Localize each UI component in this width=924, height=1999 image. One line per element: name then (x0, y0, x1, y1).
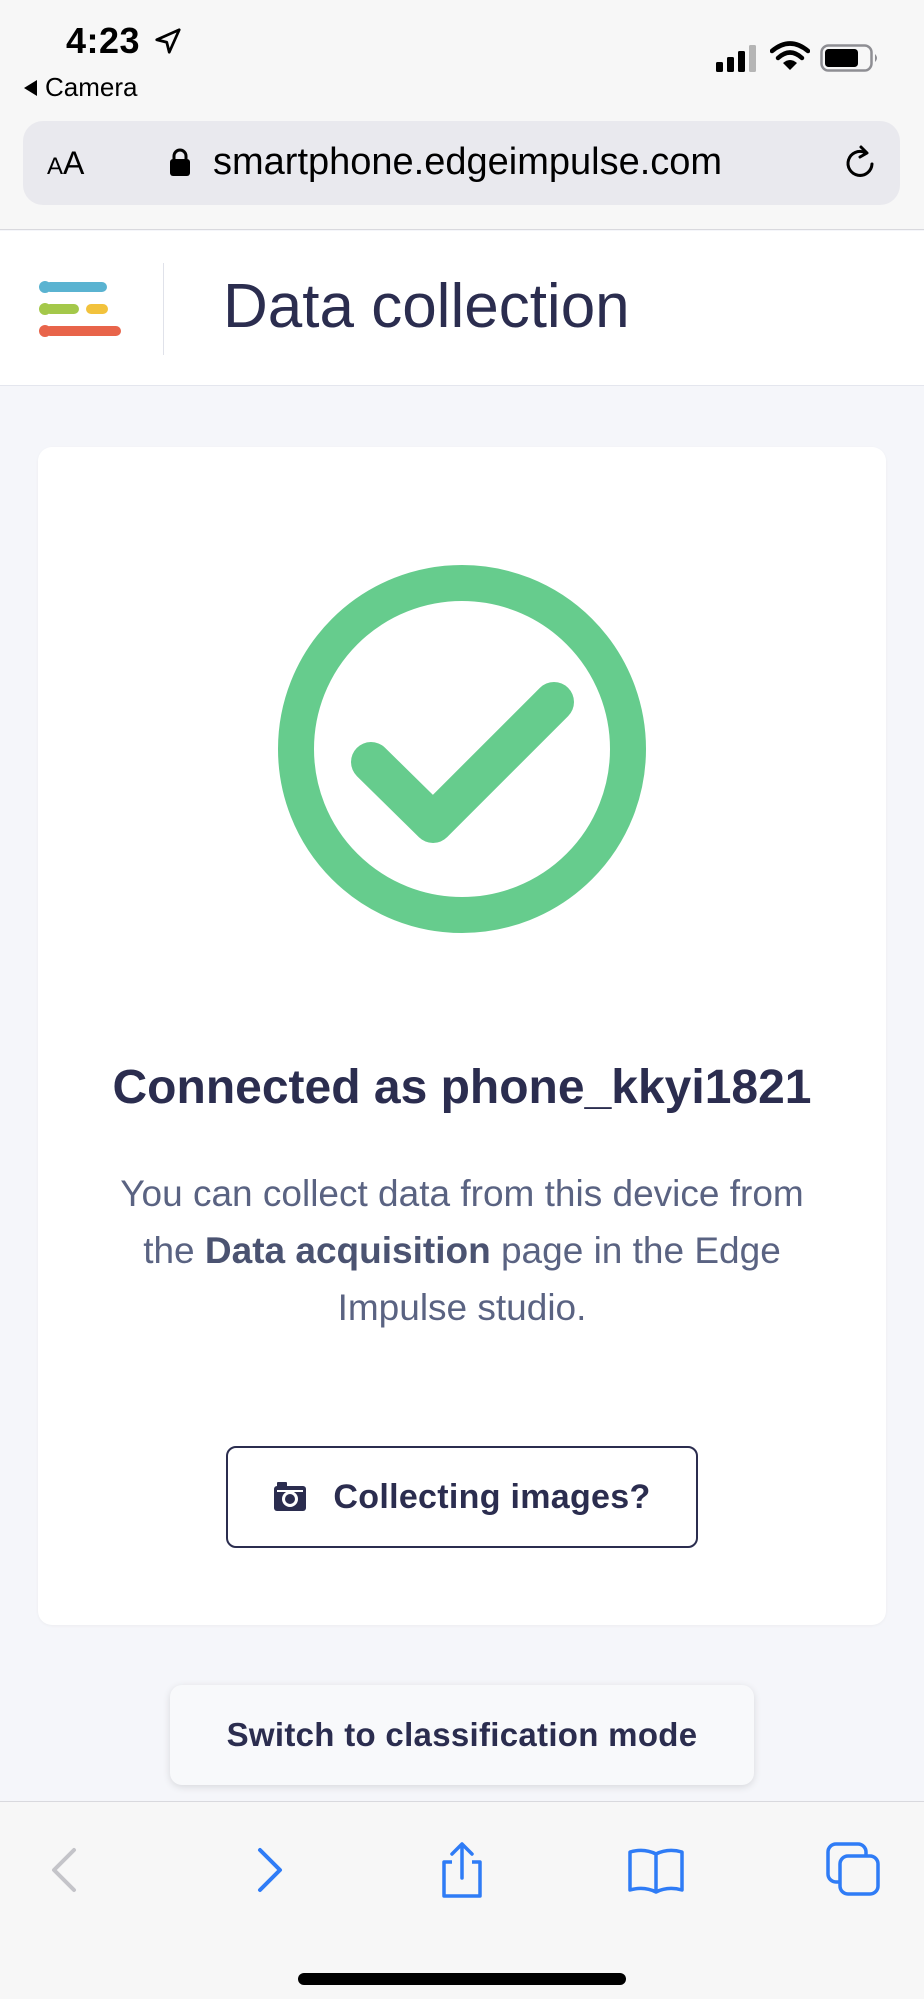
bookmarks-icon[interactable] (626, 1840, 686, 1900)
camera-icon (274, 1482, 307, 1511)
back-triangle-icon (24, 79, 37, 96)
location-arrow-icon (155, 28, 181, 54)
forward-icon[interactable] (238, 1840, 298, 1900)
cellular-signal-icon (716, 45, 756, 72)
back-to-app-link[interactable]: Camera (24, 72, 137, 103)
url-text: smartphone.edgeimpulse.com (213, 141, 723, 183)
success-check-icon (278, 565, 646, 933)
home-indicator[interactable] (298, 1973, 626, 1985)
connection-description: You can collect data from this device fr… (120, 1173, 804, 1328)
page: 4:23 Camera AA smartphone.edgeimpulse.co… (0, 0, 924, 1999)
collecting-images-button[interactable]: Collecting images? (226, 1446, 698, 1548)
browser-toolbar (0, 1801, 924, 1999)
address-bar[interactable]: AA smartphone.edgeimpulse.com (23, 121, 900, 205)
app-header: Data collection (0, 231, 924, 386)
connected-title: Connected as phone_kkyi1821 (112, 1061, 812, 1114)
back-icon[interactable] (38, 1840, 98, 1900)
text-size-button[interactable]: AA (47, 145, 84, 182)
wifi-icon (770, 41, 810, 70)
connection-card: Connected as phone_kkyi1821 You can coll… (38, 447, 886, 1625)
tabs-icon[interactable] (824, 1840, 884, 1900)
lock-icon (170, 148, 190, 176)
data-acquisition-label: Data acquisition (204, 1230, 491, 1271)
back-app-label: Camera (45, 72, 138, 102)
page-title: Data collection (223, 272, 630, 341)
collecting-images-label: Collecting images? (333, 1477, 651, 1516)
edge-impulse-logo-icon[interactable] (38, 279, 124, 339)
header-divider (163, 263, 164, 355)
share-icon[interactable] (432, 1840, 492, 1900)
browser-address-area: AA smartphone.edgeimpulse.com (0, 115, 924, 230)
status-bar: 4:23 Camera (0, 0, 924, 115)
switch-classification-mode-button[interactable]: Switch to classification mode (170, 1685, 754, 1785)
status-time: 4:23 (66, 20, 141, 61)
reload-icon[interactable] (841, 143, 881, 183)
battery-icon (820, 44, 877, 72)
